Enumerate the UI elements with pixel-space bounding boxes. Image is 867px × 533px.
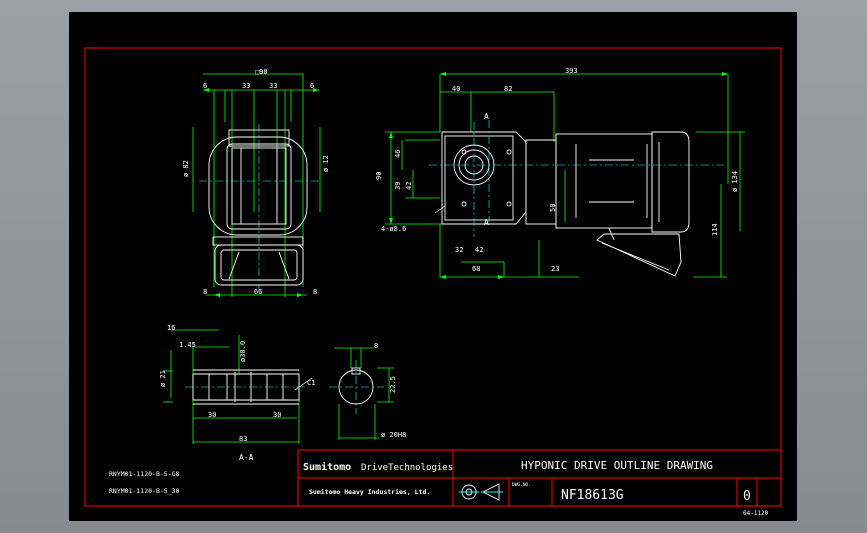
dim-30a: 30 bbox=[208, 411, 216, 419]
brand-drive-tech: DriveTechnologies bbox=[361, 463, 453, 473]
dim-82: 82 bbox=[504, 85, 512, 93]
dim-top-right: 6 bbox=[310, 82, 314, 90]
dim-1-45: 1.45 bbox=[179, 341, 196, 349]
dim-c1: C1 bbox=[307, 379, 315, 387]
title-block: Sumitomo DriveTechnologies Sumitomo Heav… bbox=[297, 449, 782, 517]
note-line-1: RNYM01-1120-B-5-G8 bbox=[109, 470, 180, 478]
side-view: 393 40 82 90 46 39 42 50 ø 134 114 4-ø8.… bbox=[375, 67, 745, 279]
dim-top-left: 6 bbox=[203, 82, 207, 90]
dim-42h: 42 bbox=[475, 246, 483, 254]
dim-top-c2: 33 bbox=[269, 82, 277, 90]
dim-key-8: 8 bbox=[374, 342, 378, 350]
dim-top-square: □90 bbox=[255, 68, 268, 76]
drawing-viewport[interactable]: □90 6 33 33 6 ø 82 ø 12 8 66 8 393 40 82… bbox=[69, 12, 797, 521]
dim-overall: 393 bbox=[565, 67, 578, 75]
parent-company: Sumitomo Heavy Industries, Ltd. bbox=[309, 488, 430, 496]
revision: 0 bbox=[743, 489, 751, 504]
dwg-no-label: DWG.NO. bbox=[512, 482, 531, 488]
dim-16: 16 bbox=[167, 324, 175, 332]
dim-134: ø 134 bbox=[731, 171, 739, 192]
dim-39: 39 bbox=[394, 182, 402, 190]
projection-symbol bbox=[459, 483, 503, 501]
dim-22-5: 22.5 bbox=[389, 376, 397, 393]
dim-right-dia: ø 12 bbox=[322, 155, 330, 172]
dim-83: 83 bbox=[239, 435, 247, 443]
section-label: A-A bbox=[239, 453, 254, 462]
dim-bot-center: 66 bbox=[254, 288, 262, 296]
drawing-border bbox=[84, 47, 782, 507]
cad-window: □90 6 33 33 6 ø 82 ø 12 8 66 8 393 40 82… bbox=[0, 0, 867, 533]
note-line-2: RNYM01-1120-B-5_30 bbox=[109, 487, 180, 495]
dim-top-c1: 33 bbox=[242, 82, 250, 90]
dim-holes: 4-ø8.6 bbox=[381, 225, 406, 233]
brand-sumitomo: Sumitomo bbox=[303, 461, 351, 473]
dim-30b: 30 bbox=[273, 411, 281, 419]
dim-40: 40 bbox=[452, 85, 460, 93]
dim-90: 90 bbox=[375, 172, 383, 180]
dim-23: 23 bbox=[551, 265, 559, 273]
drawing-number: NF18613G bbox=[561, 488, 624, 503]
section-a-a: 16 1.45 ø30.0 ø 21 C1 30 30 83 A-A bbox=[159, 324, 315, 462]
dim-68: 68 bbox=[472, 265, 480, 273]
dim-left-dia: ø 82 bbox=[182, 160, 190, 177]
sheet-note: 04-1120 bbox=[743, 510, 769, 517]
front-view: □90 6 33 33 6 ø 82 ø 12 8 66 8 bbox=[182, 68, 330, 297]
outline-drawing: □90 6 33 33 6 ø 82 ø 12 8 66 8 393 40 82… bbox=[84, 47, 782, 517]
dim-30-0: ø30.0 bbox=[239, 341, 247, 362]
section-mark-top: A bbox=[484, 112, 489, 121]
dim-bot-right: 8 bbox=[313, 288, 317, 296]
dim-42v: 42 bbox=[405, 182, 413, 190]
dim-20h8: ø 20H8 bbox=[381, 431, 406, 439]
dim-114: 114 bbox=[711, 223, 719, 236]
dim-bot-left: 8 bbox=[203, 288, 207, 296]
shaft-bore-view: 8 22.5 ø 20H8 bbox=[329, 342, 406, 440]
dim-46: 46 bbox=[394, 150, 402, 158]
dim-21: ø 21 bbox=[159, 370, 167, 387]
drawing-title: HYPONIC DRIVE OUTLINE DRAWING bbox=[521, 459, 713, 472]
section-mark-bottom: A bbox=[484, 218, 489, 227]
dim-32: 32 bbox=[455, 246, 463, 254]
